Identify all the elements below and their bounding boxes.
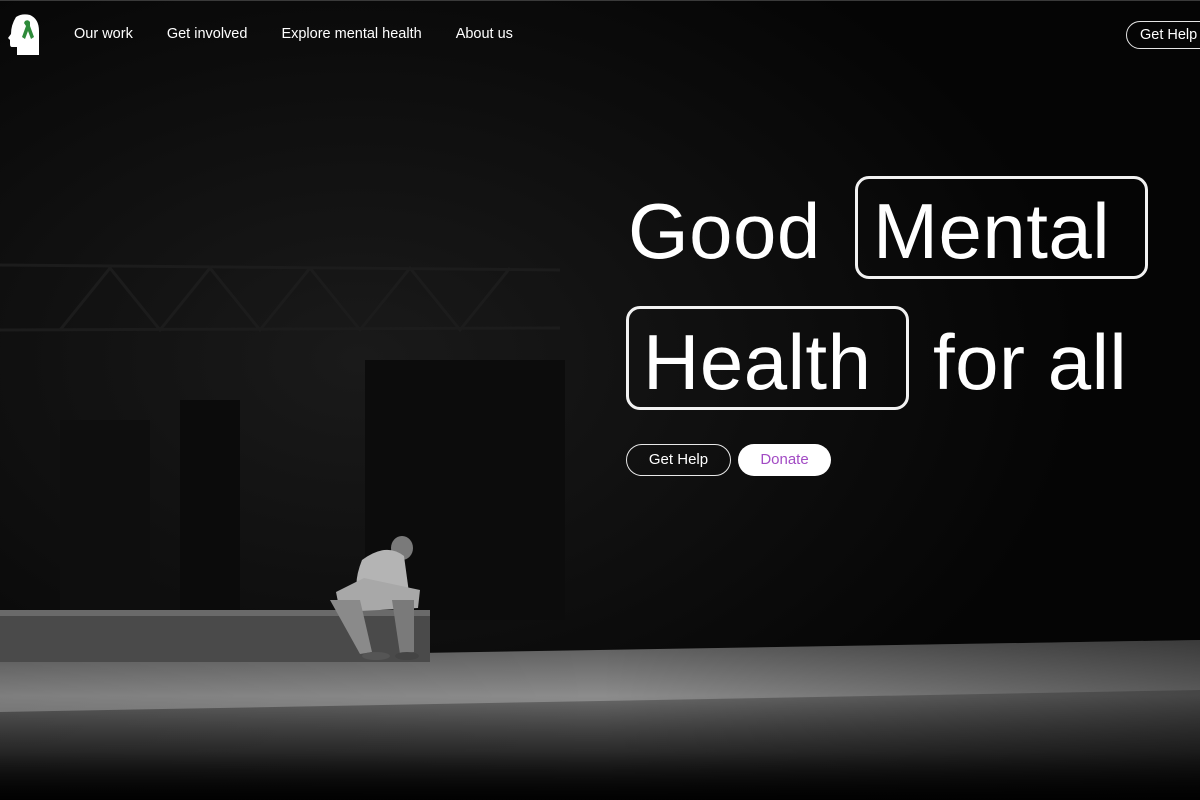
headline-word-good: Good: [628, 187, 821, 275]
hero-get-help-button[interactable]: Get Help: [626, 444, 731, 476]
headline-line-1: Good Mental: [626, 176, 1186, 308]
headline-line-2: Health for all: [626, 306, 1186, 440]
nav-link-get-involved[interactable]: Get involved: [167, 26, 248, 42]
headline-word-for-all: for all: [933, 318, 1128, 406]
hero-donate-button[interactable]: Donate: [738, 444, 831, 476]
head-ribbon-logo[interactable]: [8, 13, 40, 57]
nav-link-explore-mental-health[interactable]: Explore mental health: [281, 26, 421, 42]
headline-word-mental: Mental: [873, 187, 1111, 275]
headline-word-health: Health: [643, 318, 872, 406]
nav-link-our-work[interactable]: Our work: [74, 26, 133, 42]
hero-headline: Good Mental Health for all: [626, 176, 1186, 440]
nav-link-about-us[interactable]: About us: [456, 26, 513, 42]
main-navigation: Our work Get involved Explore mental hea…: [74, 26, 547, 42]
logo-icon: [8, 14, 39, 56]
top-navbar: Our work Get involved Explore mental hea…: [0, 0, 1200, 68]
nav-get-help-button[interactable]: Get Help: [1126, 21, 1200, 49]
